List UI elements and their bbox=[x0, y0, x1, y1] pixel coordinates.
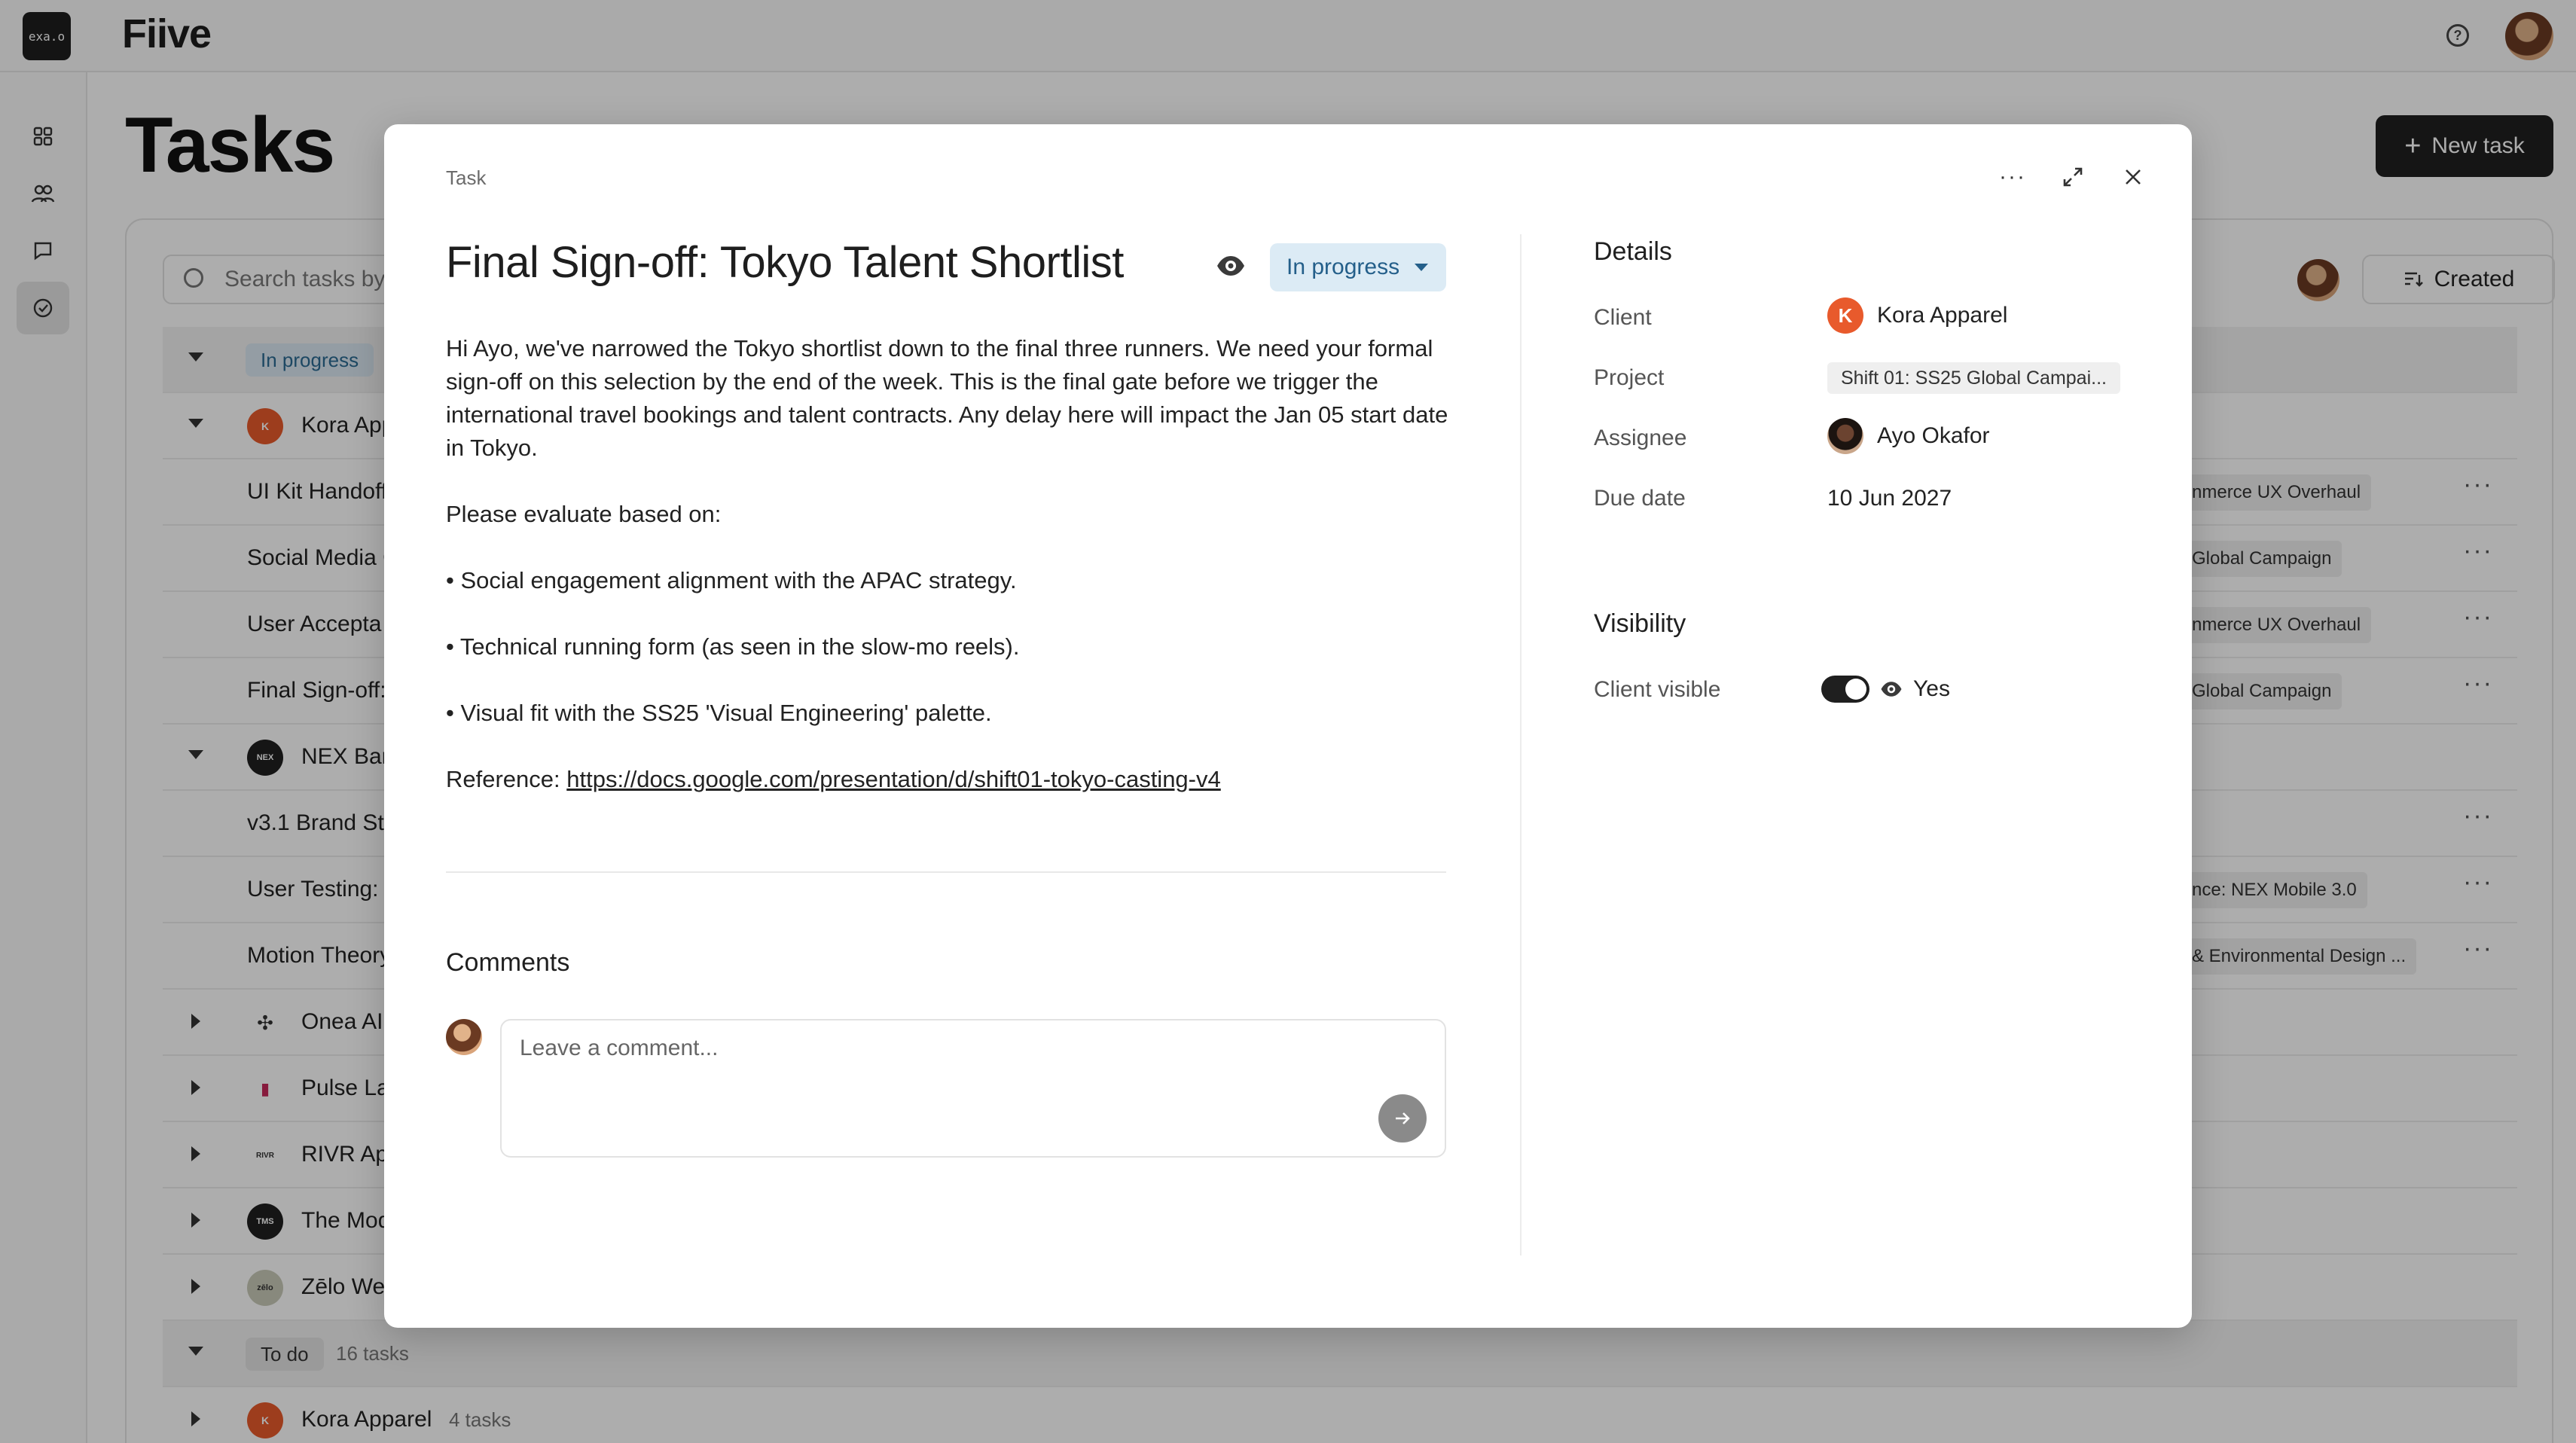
client-logo: K bbox=[1827, 297, 1863, 334]
comment-placeholder: Leave a comment... bbox=[520, 1036, 719, 1060]
client-visible-toggle[interactable] bbox=[1821, 676, 1869, 703]
client-visible-label: Client visible bbox=[1594, 677, 1721, 702]
project-field[interactable]: Shift 01: SS25 Global Campai... bbox=[1827, 362, 2120, 394]
close-icon[interactable] bbox=[2117, 160, 2150, 194]
description-bullet: • Visual fit with the SS25 'Visual Engin… bbox=[446, 700, 992, 726]
client-label: Client bbox=[1594, 305, 1652, 330]
client-value: Kora Apparel bbox=[1877, 303, 2008, 328]
avatar bbox=[446, 1019, 482, 1055]
more-options-icon[interactable]: ··· bbox=[1996, 160, 2029, 194]
status-dropdown-label: In progress bbox=[1286, 255, 1400, 279]
caret-down-icon bbox=[1415, 264, 1429, 271]
task-description[interactable]: Hi Ayo, we've narrowed the Tokyo shortli… bbox=[446, 332, 1455, 829]
modal-kicker: Task bbox=[446, 166, 487, 189]
assignee-value: Ayo Okafor bbox=[1877, 423, 1990, 448]
reference-label: Reference: bbox=[446, 766, 567, 792]
description-intro: Hi Ayo, we've narrowed the Tokyo shortli… bbox=[446, 335, 1448, 461]
assignee-label: Assignee bbox=[1594, 426, 1687, 450]
client-visible-value: Yes bbox=[1913, 676, 1950, 701]
eye-icon bbox=[1881, 682, 1902, 697]
client-visible-field: Yes bbox=[1821, 676, 1950, 703]
modal-actions: ··· bbox=[1996, 160, 2150, 194]
arrow-right-icon bbox=[1396, 1112, 1410, 1124]
description-lead: Please evaluate based on: bbox=[446, 501, 722, 527]
due-date-label: Due date bbox=[1594, 486, 1686, 511]
column-divider bbox=[1520, 234, 1521, 1255]
reference-link[interactable]: https://docs.google.com/presentation/d/s… bbox=[566, 766, 1220, 792]
expand-icon[interactable] bbox=[2056, 160, 2089, 194]
comments-heading: Comments bbox=[446, 948, 570, 977]
comment-input[interactable]: Leave a comment... bbox=[500, 1019, 1446, 1158]
description-reference: Reference: https://docs.google.com/prese… bbox=[446, 763, 1455, 796]
due-date-value: 10 Jun 2027 bbox=[1827, 486, 1952, 511]
divider bbox=[446, 871, 1446, 873]
task-title[interactable]: Final Sign-off: Tokyo Talent Shortlist bbox=[446, 237, 1124, 288]
description-bullet: • Social engagement alignment with the A… bbox=[446, 567, 1017, 593]
visibility-heading: Visibility bbox=[1594, 609, 1686, 638]
client-field[interactable]: K Kora Apparel bbox=[1827, 297, 2007, 334]
description-bullet: • Technical running form (as seen in the… bbox=[446, 633, 1020, 660]
project-label: Project bbox=[1594, 365, 1665, 390]
avatar bbox=[1827, 418, 1863, 454]
project-chip: Shift 01: SS25 Global Campai... bbox=[1827, 362, 2120, 394]
assignee-field[interactable]: Ayo Okafor bbox=[1827, 418, 1990, 454]
details-heading: Details bbox=[1594, 237, 1672, 266]
send-comment-button[interactable] bbox=[1378, 1094, 1427, 1143]
eye-icon[interactable] bbox=[1216, 251, 1246, 281]
due-date-field[interactable]: 10 Jun 2027 bbox=[1827, 486, 1952, 511]
task-modal: Task ··· Final Sign-off: Tokyo Talent Sh… bbox=[384, 124, 2192, 1328]
status-dropdown[interactable]: In progress bbox=[1270, 243, 1446, 291]
